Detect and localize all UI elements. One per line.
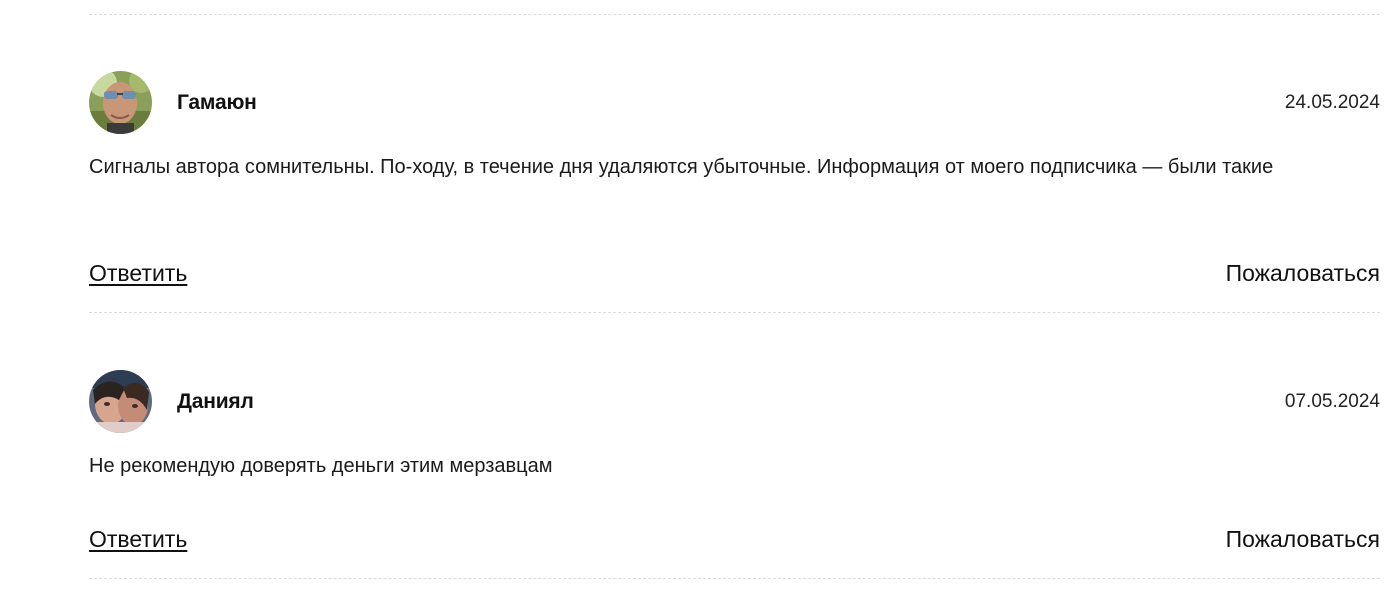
- comment-divider: [89, 312, 1380, 313]
- comment-author: Гамаюн: [177, 91, 257, 114]
- comment-item: Гамаюн 24.05.2024 Сигналы автора сомните…: [89, 71, 1380, 311]
- report-link[interactable]: Пожаловаться: [1226, 525, 1380, 553]
- avatar-photo-icon: [89, 370, 152, 433]
- avatar-photo-icon: [89, 71, 152, 134]
- user-avatar[interactable]: [89, 71, 152, 134]
- comment-date: 07.05.2024: [1284, 391, 1380, 412]
- comment-author: Даниял: [177, 390, 254, 413]
- comment-text: Не рекомендую доверять деньги этим мерза…: [89, 455, 553, 477]
- comment-date: 24.05.2024: [1284, 92, 1380, 113]
- reply-link[interactable]: Ответить: [89, 525, 187, 553]
- comment-divider: [89, 14, 1380, 15]
- comment-header: Даниял 07.05.2024: [89, 370, 1380, 434]
- report-link[interactable]: Пожаловаться: [1226, 259, 1380, 287]
- reply-link[interactable]: Ответить: [89, 259, 187, 287]
- comment-item: Даниял 07.05.2024 Не рекомендую доверять…: [89, 370, 1380, 570]
- comment-divider: [89, 578, 1380, 579]
- comment-text: Сигналы автора сомнительны. По-ходу, в т…: [89, 156, 1274, 178]
- user-avatar[interactable]: [89, 370, 152, 433]
- comment-header: Гамаюн 24.05.2024: [89, 71, 1380, 135]
